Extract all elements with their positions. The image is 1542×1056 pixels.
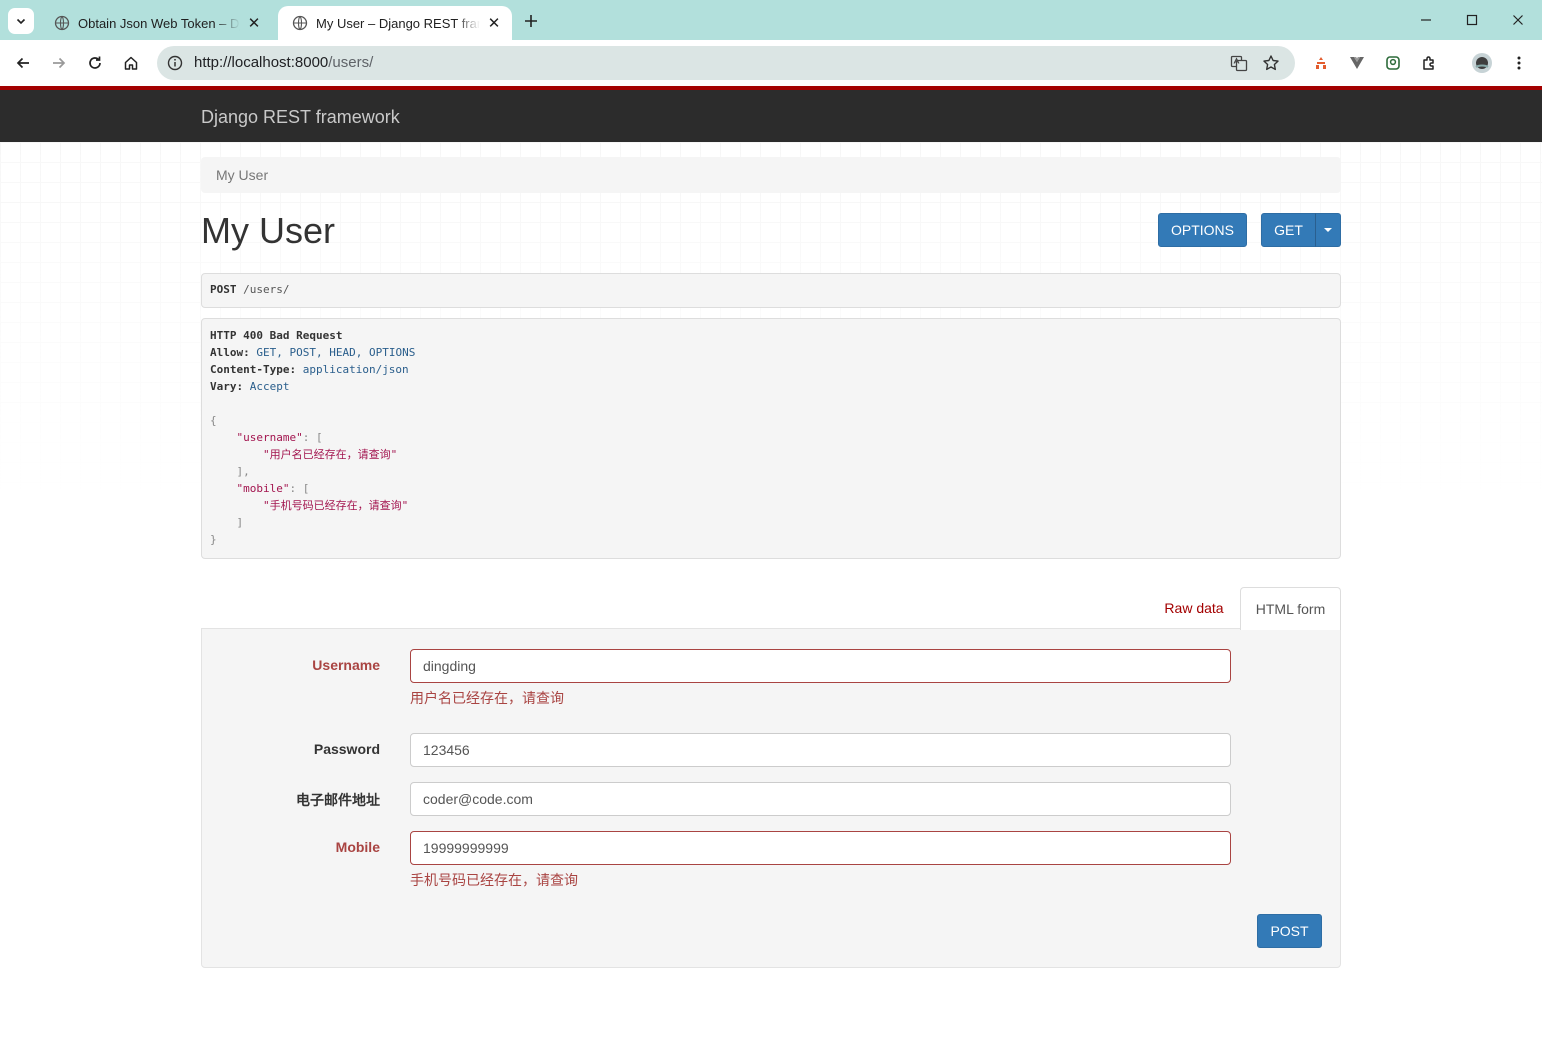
response-info: HTTP 400 Bad Request Allow: GET, POST, H… [201,318,1341,559]
minimize-icon [1421,19,1431,21]
site-info-icon[interactable] [165,53,185,73]
header-key: Content-Type: [210,363,297,376]
header-value: application/json [302,363,409,376]
profile-avatar[interactable] [1468,49,1496,77]
globe-icon [292,15,308,31]
password-input[interactable] [410,733,1231,767]
reload-button[interactable] [81,49,109,77]
post-form: Username 用户名已经存在，请查询 Password 电子邮件地址 Mob… [201,628,1341,968]
tab-title: My User – Django REST framework [316,15,480,31]
new-tab-button[interactable] [519,9,543,33]
json-string: "用户名已经存在，请查询" [262,448,398,461]
request-info: POST /users/ [201,273,1341,308]
page-title: My User [201,210,335,251]
mobile-label: Mobile [335,839,380,855]
request-path: /users/ [243,283,290,296]
request-method: POST [210,283,237,296]
home-button[interactable] [117,49,145,77]
browser-tabstrip: Obtain Json Web Token – Django REST fram… [0,0,1542,40]
url-host: http://localhost:8000 [194,54,329,71]
header-value: Accept [249,380,290,393]
email-label: 电子邮件地址 [296,792,380,808]
json-key: "username" [236,431,303,444]
close-icon [1513,15,1523,25]
arrow-right-icon [53,57,66,69]
more-vert-icon [1517,56,1521,70]
header-key: Vary: [210,380,244,393]
post-button[interactable]: POST [1257,914,1322,948]
chevron-down-icon [16,18,26,25]
home-icon [124,56,138,70]
mobile-input[interactable] [410,831,1231,865]
tab-raw-data[interactable]: Raw data [1150,587,1238,629]
url-text[interactable]: http://localhost:8000/users/ [194,54,373,71]
maximize-button[interactable] [1449,0,1495,40]
url-path: /users/ [328,54,374,71]
password-label: Password [313,741,380,757]
browser-menu-button[interactable] [1505,49,1533,77]
tab-search-button[interactable] [8,8,34,34]
json-key: "mobile" [236,482,290,495]
navbar: Django REST framework [0,86,1542,142]
minimize-button[interactable] [1403,0,1449,40]
username-input[interactable] [410,649,1231,683]
json-string: "手机号码已经存在，请查询" [262,499,409,512]
form-tabs: Raw data HTML form [201,587,1341,630]
brand-link[interactable]: Django REST framework [201,107,400,128]
translate-icon[interactable] [1229,53,1249,73]
close-icon[interactable]: ✕ [486,15,502,32]
options-button[interactable]: OPTIONS [1158,213,1247,247]
breadcrumb-item[interactable]: My User [216,167,268,183]
back-button[interactable] [9,49,37,77]
extensions-puzzle-icon[interactable] [1415,49,1443,77]
browser-tab-jwt[interactable]: Obtain Json Web Token – Django REST fram… [40,6,272,40]
close-icon[interactable]: ✕ [246,15,262,32]
extension-green-icon[interactable] [1379,49,1407,77]
breadcrumb: My User [201,157,1341,193]
extension-vue-icon[interactable] [1343,49,1371,77]
tab-title: Obtain Json Web Token – Django REST fram… [78,15,240,31]
get-button[interactable]: GET [1261,213,1316,247]
forward-button[interactable] [45,49,73,77]
page-viewport: Django REST framework My User My User OP… [0,86,1542,1056]
star-icon[interactable] [1261,53,1281,73]
browser-toolbar: http://localhost:8000/users/ [0,40,1542,86]
username-error: 用户名已经存在，请查询 [410,690,564,706]
address-bar[interactable]: http://localhost:8000/users/ [157,46,1295,80]
header-key: Allow: [210,346,250,359]
globe-icon [54,15,70,31]
caret-down-icon [1324,228,1332,232]
reload-icon [89,56,101,69]
close-window-button[interactable] [1495,0,1541,40]
email-input[interactable] [410,782,1231,816]
arrow-left-icon [16,57,29,69]
browser-tab-my-user[interactable]: My User – Django REST framework ✕ [278,6,512,40]
plus-icon [525,15,537,27]
username-label: Username [312,657,380,673]
header-value: GET, POST, HEAD, OPTIONS [256,346,416,359]
response-status: HTTP 400 Bad Request [210,329,343,342]
extension-red-icon[interactable] [1307,49,1335,77]
maximize-icon [1466,14,1478,26]
tab-html-form[interactable]: HTML form [1240,587,1341,630]
mobile-error: 手机号码已经存在，请查询 [410,872,578,888]
get-format-dropdown-button[interactable] [1315,213,1341,247]
